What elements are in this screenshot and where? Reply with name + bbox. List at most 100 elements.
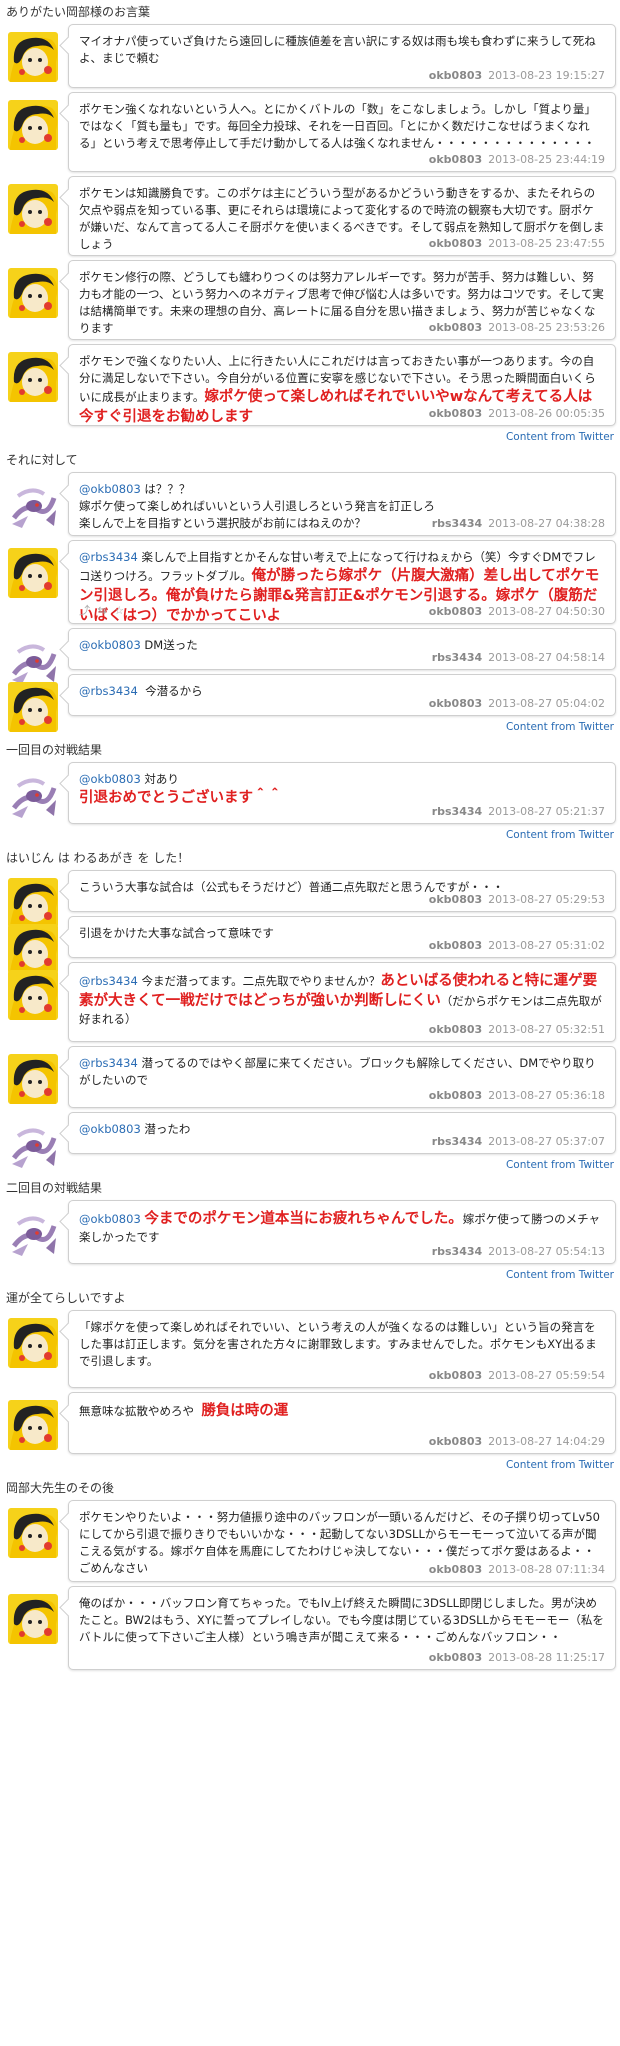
tweet-bubble: 「嫁ポケを使って楽しめればそれでいい、という考えの人が強くなるのは難しい」という… xyxy=(68,1310,616,1388)
username[interactable]: okb0803 xyxy=(429,605,482,618)
timestamp[interactable]: 2013-08-23 19:15:27 xyxy=(488,69,605,82)
avatar[interactable] xyxy=(8,1120,58,1170)
content-from-twitter-link[interactable]: Content from Twitter xyxy=(0,430,620,448)
username[interactable]: okb0803 xyxy=(429,1369,482,1382)
tweet-bubble: 引退をかけた大事な試合って意味です okb0803 2013-08-27 05:31… xyxy=(68,916,616,958)
timestamp[interactable]: 2013-08-27 04:38:28 xyxy=(488,517,605,530)
tweet-meta: okb0803 2013-08-27 04:50:30 xyxy=(429,605,605,618)
tweet-meta: okb0803 2013-08-25 23:47:55 xyxy=(429,237,605,250)
username[interactable]: okb0803 xyxy=(429,893,482,906)
highlight-text: 引退おめでとうございます＾＾ xyxy=(79,790,282,806)
tweet: 無意味な拡散やめろや 勝負は時の運 okb0803 2013-08-27 14:04… xyxy=(4,1392,616,1454)
timestamp[interactable]: 2013-08-27 05:59:54 xyxy=(488,1369,605,1382)
avatar[interactable] xyxy=(8,184,58,234)
tweet-meta: okb0803 2013-08-26 00:05:35 xyxy=(429,407,605,420)
section-heading: それに対して xyxy=(6,453,78,467)
tweet: 引退をかけた大事な試合って意味です okb0803 2013-08-27 05:31… xyxy=(4,916,616,974)
mention-link[interactable]: @okb0803 xyxy=(79,772,141,786)
timestamp[interactable]: 2013-08-26 00:05:35 xyxy=(488,407,605,420)
username[interactable]: rbs3434 xyxy=(432,1135,482,1148)
username[interactable]: rbs3434 xyxy=(432,651,482,664)
username[interactable]: okb0803 xyxy=(429,407,482,420)
avatar[interactable] xyxy=(8,1054,58,1104)
tweet-text-span: 潜ったわ xyxy=(140,1122,191,1136)
username[interactable]: okb0803 xyxy=(429,237,482,250)
username[interactable]: okb0803 xyxy=(429,1435,482,1448)
username[interactable]: okb0803 xyxy=(429,697,482,710)
mention-link[interactable]: @okb0803 xyxy=(79,1122,141,1136)
username[interactable]: rbs3434 xyxy=(432,805,482,818)
avatar[interactable] xyxy=(8,100,58,150)
username[interactable]: okb0803 xyxy=(429,939,482,952)
avatar[interactable] xyxy=(8,548,58,598)
content-from-twitter-link[interactable]: Content from Twitter xyxy=(0,1158,620,1176)
username[interactable]: rbs3434 xyxy=(432,1245,482,1258)
page: ありがたい岡部様のお言葉 マイオナパ使っていざ負けたら遠回しに種族値差を言い訳にす… xyxy=(0,0,620,1670)
tweet-bubble: @okb0803 今までのポケモン道本当にお疲れちゃんでした。嫁ポケ使って勝つの… xyxy=(68,1200,616,1264)
avatar[interactable] xyxy=(8,480,58,530)
username[interactable]: okb0803 xyxy=(429,153,482,166)
tweet: こういう大事な試合は（公式もそうだけど）普通二点先取だと思うんですが・・・ okb… xyxy=(4,870,616,928)
tweet-text-span: 潜ってるのではやく部屋に来てください。ブロックも解除してください、DMでやり取り… xyxy=(79,1056,596,1087)
username[interactable]: okb0803 xyxy=(429,1023,482,1036)
tweet: 俺のばか・・・バッフロン育てちゃった。でもlv上げ終えた瞬間に3DSLL即閉じし… xyxy=(4,1586,616,1670)
content-from-twitter-link[interactable]: Content from Twitter xyxy=(0,720,620,738)
tweet-meta: okb0803 2013-08-27 14:04:29 xyxy=(429,1435,605,1448)
mention-link[interactable]: @okb0803 xyxy=(79,1212,141,1226)
timestamp[interactable]: 2013-08-25 23:53:26 xyxy=(488,321,605,334)
mention-link[interactable]: @rbs3434 xyxy=(79,550,138,564)
mention-link[interactable]: @rbs3434 xyxy=(79,684,138,698)
avatar[interactable] xyxy=(8,32,58,82)
username[interactable]: okb0803 xyxy=(429,1651,482,1664)
timestamp[interactable]: 2013-08-27 05:37:07 xyxy=(488,1135,605,1148)
tweet: ポケモン修行の際、どうしても纏わりつくのは努力アレルギーです。努力が苦手、努力は… xyxy=(4,260,616,340)
tweet-actions[interactable]: ⤴ ⇆ ☆ xyxy=(79,602,126,618)
avatar[interactable] xyxy=(8,1508,58,1558)
avatar[interactable] xyxy=(8,352,58,402)
tweet-text-span: こういう大事な試合は（公式もそうだけど）普通二点先取だと思うんですが・・・ xyxy=(79,880,504,894)
username[interactable]: rbs3434 xyxy=(432,517,482,530)
tweet-meta: okb0803 2013-08-27 05:32:51 xyxy=(429,1023,605,1036)
username[interactable]: okb0803 xyxy=(429,1089,482,1102)
tweet: マイオナパ使っていざ負けたら遠回しに種族値差を言い訳にする奴は雨も埃も食わずに来… xyxy=(4,24,616,88)
avatar[interactable] xyxy=(8,1594,58,1644)
timestamp[interactable]: 2013-08-27 14:04:29 xyxy=(488,1435,605,1448)
timestamp[interactable]: 2013-08-27 05:21:37 xyxy=(488,805,605,818)
mention-link[interactable]: @okb0803 xyxy=(79,482,141,496)
timestamp[interactable]: 2013-08-27 05:32:51 xyxy=(488,1023,605,1036)
avatar[interactable] xyxy=(8,268,58,318)
mention-link[interactable]: @okb0803 xyxy=(79,638,141,652)
tweet-meta: okb0803 2013-08-27 05:29:53 xyxy=(429,893,605,906)
avatar[interactable] xyxy=(8,770,58,820)
timestamp[interactable]: 2013-08-28 11:25:17 xyxy=(488,1651,605,1664)
timestamp[interactable]: 2013-08-25 23:44:19 xyxy=(488,153,605,166)
timestamp[interactable]: 2013-08-27 05:54:13 xyxy=(488,1245,605,1258)
mention-link[interactable]: @rbs3434 xyxy=(79,1056,138,1070)
timestamp[interactable]: 2013-08-27 04:50:30 xyxy=(488,605,605,618)
avatar[interactable] xyxy=(8,1400,58,1450)
tweet-bubble: こういう大事な試合は（公式もそうだけど）普通二点先取だと思うんですが・・・ okb… xyxy=(68,870,616,912)
timestamp[interactable]: 2013-08-27 05:36:18 xyxy=(488,1089,605,1102)
timestamp[interactable]: 2013-08-27 05:31:02 xyxy=(488,939,605,952)
username[interactable]: okb0803 xyxy=(429,321,482,334)
tweet-text-span: 今潜るから xyxy=(137,684,203,698)
timestamp[interactable]: 2013-08-25 23:47:55 xyxy=(488,237,605,250)
timestamp[interactable]: 2013-08-27 05:04:02 xyxy=(488,697,605,710)
timestamp[interactable]: 2013-08-27 05:29:53 xyxy=(488,893,605,906)
avatar[interactable] xyxy=(8,970,58,1020)
tweet: @okb0803 DM送った rbs3434 2013-08-27 04:58:14 xyxy=(4,628,616,686)
timestamp[interactable]: 2013-08-27 04:58:14 xyxy=(488,651,605,664)
username[interactable]: okb0803 xyxy=(429,69,482,82)
username[interactable]: okb0803 xyxy=(429,1563,482,1576)
content-from-twitter-link[interactable]: Content from Twitter xyxy=(0,1268,620,1286)
mention-link[interactable]: @rbs3434 xyxy=(79,974,138,988)
timestamp[interactable]: 2013-08-28 07:11:34 xyxy=(488,1563,605,1576)
content-from-twitter-link[interactable]: Content from Twitter xyxy=(0,828,620,846)
content-from-twitter-link[interactable]: Content from Twitter xyxy=(0,1458,620,1476)
tweet: @rbs3434 今潜るから okb0803 2013-08-27 05:04:02 xyxy=(4,674,616,732)
highlight-text: 勝負は時の運 xyxy=(201,1403,289,1419)
avatar[interactable] xyxy=(8,682,58,732)
avatar[interactable] xyxy=(8,1318,58,1368)
tweet-text-span: 無意味な拡散やめろや xyxy=(79,1404,202,1418)
avatar[interactable] xyxy=(8,1208,58,1258)
